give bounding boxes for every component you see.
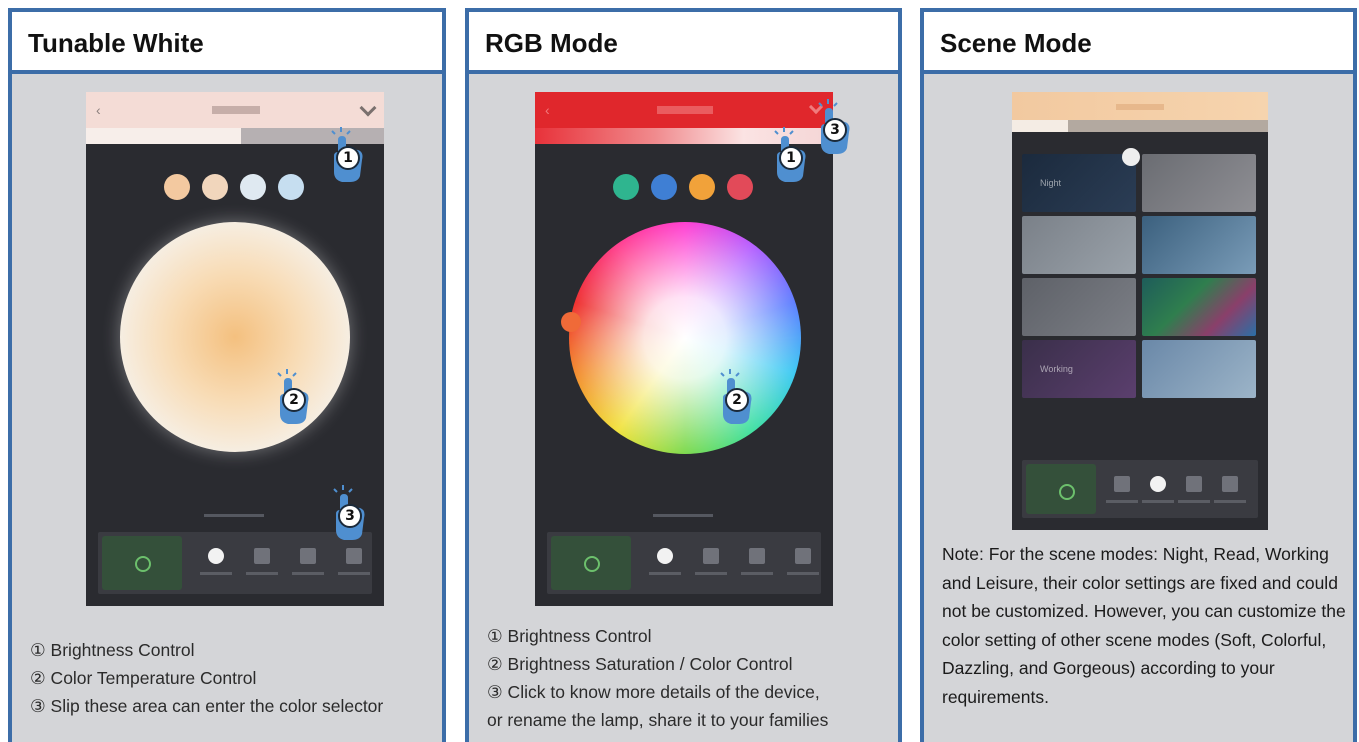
back-arrow-icon[interactable]: ‹ — [96, 102, 101, 118]
panel-header: Tunable White — [12, 12, 442, 74]
power-tab[interactable] — [1026, 464, 1096, 514]
tap-hand-icon: 2 — [274, 366, 314, 426]
scene-tile-night[interactable]: Night — [1022, 154, 1136, 212]
marker-number: 3 — [823, 118, 847, 142]
caption-brightness: ① Brightness Control — [487, 626, 652, 646]
scene-tile-colorful[interactable] — [1142, 216, 1256, 274]
schedule-icon — [795, 548, 811, 564]
tap-hand-icon: 3 — [815, 96, 855, 156]
caption-device-details: ③ Click to know more details of the devi… — [487, 682, 820, 702]
scene-tile-read[interactable] — [1142, 154, 1256, 212]
bulb-icon — [208, 548, 224, 564]
scene-tile-gorgeous[interactable] — [1142, 340, 1256, 398]
scene-icon — [300, 548, 316, 564]
bottom-tab-bar — [1022, 460, 1258, 518]
scene-tile-leisure[interactable] — [1022, 278, 1136, 336]
caption-color-selector: ③ Slip these area can enter the color se… — [30, 696, 384, 716]
schedule-icon — [1222, 476, 1238, 492]
panel-title: Tunable White — [28, 28, 204, 58]
scene-icon — [749, 548, 765, 564]
preset-swatch-blue[interactable] — [651, 174, 677, 200]
color-picker-handle[interactable] — [561, 312, 581, 332]
scene-mode-note: Note: For the scene modes: Night, Read, … — [942, 544, 1346, 707]
tap-hand-icon: 1 — [328, 124, 368, 184]
tab-color[interactable] — [689, 532, 733, 594]
brightness-slider-fill — [86, 128, 241, 144]
caption-device-details-cont: or rename the lamp, share it to your fam… — [487, 710, 829, 730]
swipe-indicator[interactable] — [653, 514, 713, 517]
tab-white[interactable] — [194, 532, 238, 594]
power-tab[interactable] — [102, 536, 182, 590]
panel-header: Scene Mode — [924, 12, 1353, 74]
color-temperature-wheel[interactable] — [120, 222, 350, 452]
swipe-indicator[interactable] — [204, 514, 264, 517]
panel-title: Scene Mode — [940, 28, 1092, 58]
scene-tile-dazzling[interactable] — [1142, 278, 1256, 336]
panel-header: RGB Mode — [469, 12, 898, 74]
panel-title: RGB Mode — [485, 28, 618, 58]
scene-tile-working[interactable]: Working — [1022, 340, 1136, 398]
scene-icon — [1150, 476, 1166, 492]
marker-number: 1 — [336, 146, 360, 170]
marker-number: 2 — [282, 388, 306, 412]
palette-icon — [703, 548, 719, 564]
marker-number: 2 — [725, 388, 749, 412]
marker-number: 1 — [779, 146, 803, 170]
preset-swatch-orange[interactable] — [689, 174, 715, 200]
brightness-slider-fill — [1012, 120, 1069, 132]
caption-saturation-color: ② Brightness Saturation / Color Control — [487, 654, 793, 674]
color-wheel[interactable] — [569, 222, 801, 454]
preset-swatch-green[interactable] — [613, 174, 639, 200]
device-name-blur — [657, 106, 713, 114]
preset-swatch-cool[interactable] — [278, 174, 304, 200]
rgb-mode-panel: RGB Mode ‹ 1 2 3 ① Brightness Control ② … — [465, 8, 902, 742]
scene-mode-panel: Scene Mode Night Working Note: For the s… — [920, 8, 1357, 742]
marker-number: 3 — [338, 504, 362, 528]
tap-hand-icon: 3 — [330, 482, 370, 542]
caption-brightness: ① Brightness Control — [30, 640, 195, 660]
bulb-icon — [657, 548, 673, 564]
tap-hand-icon: 2 — [717, 366, 757, 426]
schedule-icon — [346, 548, 362, 564]
scene-tile-soft[interactable] — [1022, 216, 1136, 274]
preset-swatch-neutral[interactable] — [240, 174, 266, 200]
tab-scene[interactable] — [286, 532, 330, 594]
selected-check-icon — [1122, 148, 1140, 166]
back-arrow-icon[interactable]: ‹ — [545, 102, 550, 118]
device-name-blur — [212, 106, 260, 114]
preset-swatch-warm[interactable] — [164, 174, 190, 200]
tunable-white-panel: Tunable White ‹ 1 2 3 ① Brightness Contr… — [8, 8, 446, 742]
device-name-blur — [1116, 104, 1164, 110]
caption-color-temperature: ② Color Temperature Control — [30, 668, 257, 688]
bottom-tab-bar — [547, 532, 821, 594]
power-tab[interactable] — [551, 536, 631, 590]
tab-color[interactable] — [240, 532, 284, 594]
preset-swatch-soft[interactable] — [202, 174, 228, 200]
tab-scene[interactable] — [735, 532, 779, 594]
tab-schedule[interactable] — [1208, 460, 1252, 522]
preset-swatch-red[interactable] — [727, 174, 753, 200]
palette-icon — [254, 548, 270, 564]
tab-white[interactable] — [643, 532, 687, 594]
music-icon — [1186, 476, 1202, 492]
edit-icon[interactable] — [359, 99, 377, 117]
app-screenshot-scene: Night Working — [1012, 92, 1268, 530]
bulb-icon — [1114, 476, 1130, 492]
tap-hand-icon: 1 — [771, 124, 811, 184]
tab-schedule[interactable] — [781, 532, 825, 594]
brightness-slider[interactable] — [1012, 120, 1268, 132]
